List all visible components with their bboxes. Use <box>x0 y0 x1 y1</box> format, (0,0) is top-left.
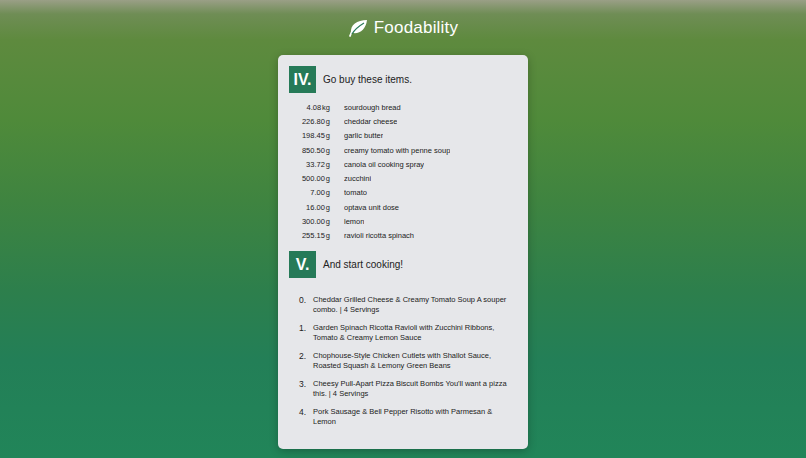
shopping-item: 500.00g zucchini <box>289 171 509 185</box>
item-unit: g <box>326 174 330 183</box>
recipe-name: Cheesy Pull-Apart Pizza Biscuit Bombs Yo… <box>313 379 513 399</box>
item-amount: 33.72g <box>289 160 330 169</box>
recipe-number: 4. <box>296 407 306 427</box>
app-header: Foodability <box>348 0 458 55</box>
item-name: cheddar cheese <box>344 117 397 126</box>
recipe-item[interactable]: 4. Pork Sausage & Bell Pepper Risotto wit… <box>296 407 513 427</box>
item-amount: 16.00g <box>289 203 330 212</box>
item-amount: 226.80g <box>289 117 330 126</box>
item-name: lemon <box>344 217 364 226</box>
item-unit: g <box>326 217 330 226</box>
recipe-number: 1. <box>296 323 306 343</box>
shopping-item: 300.00g lemon <box>289 214 509 228</box>
shopping-item: 226.80g cheddar cheese <box>289 114 509 128</box>
item-amount: 7.00g <box>289 188 330 197</box>
section-header: V. And start cooking! <box>289 251 517 278</box>
shopping-item: 7.00g tomato <box>289 186 509 200</box>
recipe-item[interactable]: 1. Garden Spinach Ricotta Ravioli with Zu… <box>296 323 513 343</box>
recipe-name: Cheddar Grilled Cheese & Creamy Tomato S… <box>313 295 513 315</box>
section-title: Go buy these items. <box>323 74 412 85</box>
item-amount: 198.45g <box>289 131 330 140</box>
shopping-item: 198.45g garlic butter <box>289 129 509 143</box>
item-amount: 255.15g <box>289 231 330 240</box>
item-amount: 4.08kg <box>289 103 330 112</box>
item-name: sourdough bread <box>344 103 401 112</box>
shopping-item: 850.50g creamy tomato with penne soup <box>289 143 509 157</box>
section-title: And start cooking! <box>323 259 403 270</box>
item-name: zucchini <box>344 174 371 183</box>
plan-card: IV. Go buy these items. 4.08kg sourdough br… <box>278 55 528 449</box>
item-name: garlic butter <box>344 131 383 140</box>
recipe-number: 2. <box>296 351 306 371</box>
recipe-number: 3. <box>296 379 306 399</box>
recipe-list: 0. Cheddar Grilled Cheese & Creamy Tomato… <box>289 295 517 427</box>
shopping-item: 4.08kg sourdough bread <box>289 100 509 114</box>
recipe-name: Chophouse-Style Chicken Cutlets with Sha… <box>313 351 513 371</box>
item-name: ravioli ricotta spinach <box>344 231 414 240</box>
item-unit: g <box>326 231 330 240</box>
recipe-number: 0. <box>296 295 306 315</box>
page: Foodability IV. Go buy these items. 4.08kg s… <box>0 0 806 458</box>
app-title: Foodability <box>374 18 458 38</box>
item-amount: 850.50g <box>289 146 330 155</box>
recipe-item[interactable]: 0. Cheddar Grilled Cheese & Creamy Tomato… <box>296 295 513 315</box>
item-name: tomato <box>344 188 367 197</box>
item-unit: g <box>326 160 330 169</box>
cooking-section: V. And start cooking! 0. Cheddar Grilled Ch… <box>289 251 517 427</box>
recipe-name: Garden Spinach Ricotta Ravioli with Zucc… <box>313 323 513 343</box>
item-unit: g <box>326 117 330 126</box>
item-amount: 300.00g <box>289 217 330 226</box>
item-unit: g <box>326 188 330 197</box>
recipe-name: Pork Sausage & Bell Pepper Risotto with … <box>313 407 513 427</box>
item-name: creamy tomato with penne soup <box>344 146 450 155</box>
item-unit: kg <box>322 103 330 112</box>
shopping-item: 255.15g ravioli ricotta spinach <box>289 229 509 243</box>
item-name: canola oil cooking spray <box>344 160 424 169</box>
leaf-icon <box>348 19 368 37</box>
shopping-list[interactable]: 4.08kg sourdough bread 226.80g cheddar chee… <box>289 100 517 244</box>
item-amount: 500.00g <box>289 174 330 183</box>
shopping-item: 16.00g optava unit dose <box>289 200 509 214</box>
recipe-item[interactable]: 3. Cheesy Pull-Apart Pizza Biscuit Bombs … <box>296 379 513 399</box>
recipe-item[interactable]: 2. Chophouse-Style Chicken Cutlets with S… <box>296 351 513 371</box>
item-unit: g <box>326 146 330 155</box>
step-badge: IV. <box>289 66 316 93</box>
item-unit: g <box>326 203 330 212</box>
shopping-section: IV. Go buy these items. 4.08kg sourdough br… <box>289 66 517 244</box>
item-name: optava unit dose <box>344 203 399 212</box>
section-header: IV. Go buy these items. <box>289 66 517 93</box>
item-unit: g <box>326 131 330 140</box>
shopping-item: 33.72g canola oil cooking spray <box>289 157 509 171</box>
step-badge: V. <box>289 251 316 278</box>
